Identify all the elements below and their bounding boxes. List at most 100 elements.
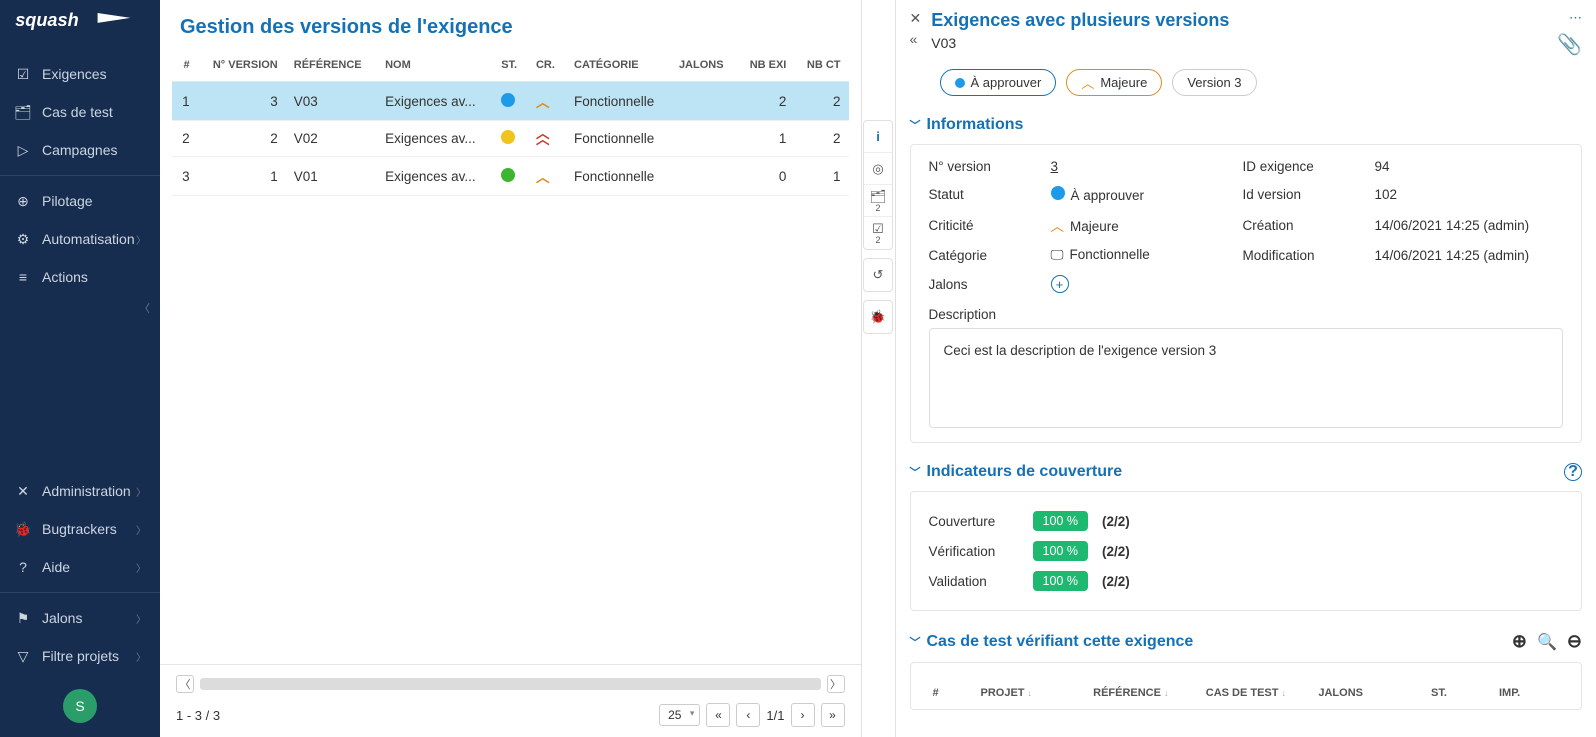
collapse-left-icon[interactable]: «: [910, 31, 922, 47]
main-panel: Gestion des versions de l'exigence # N° …: [160, 0, 862, 737]
close-icon[interactable]: ✕: [910, 10, 922, 27]
attachment-icon[interactable]: 📎: [1557, 32, 1582, 57]
add-test-button[interactable]: ⊕: [1512, 631, 1527, 652]
dashboard-icon: ⊕: [14, 192, 32, 210]
col-cr[interactable]: CR.: [528, 49, 566, 82]
status-chip[interactable]: À approuver: [940, 69, 1057, 96]
page-first-button[interactable]: «: [706, 703, 730, 727]
table-row[interactable]: 31V01Exigences av...︿Fonctionnelle01: [172, 157, 849, 196]
col-num[interactable]: #: [933, 687, 973, 699]
chevron-right-icon: 〉: [136, 484, 146, 499]
sidebar-item-label: Automatisation: [42, 231, 135, 247]
pagination-range: 1 - 3 / 3: [176, 708, 220, 723]
page-next-button[interactable]: ›: [791, 703, 815, 727]
target-tab-icon[interactable]: ◎: [864, 153, 892, 185]
col-cas[interactable]: CAS DE TEST↓: [1206, 687, 1311, 699]
value-idversion: 102: [1375, 187, 1564, 202]
scroll-right-icon[interactable]: 〉: [827, 675, 845, 693]
tree-tab-icon[interactable]: 🗂2: [864, 185, 892, 217]
value-modification: 14/06/2021 14:25 (admin): [1375, 248, 1564, 263]
sidebar-item-label: Administration: [42, 483, 131, 499]
sidebar-item-label: Campagnes: [42, 142, 118, 158]
detail-title: Exigences avec plusieurs versions: [931, 10, 1229, 31]
sidebar-item-label: Aide: [42, 559, 70, 575]
table-row[interactable]: 13V03Exigences av...︿Fonctionnelle22: [172, 82, 849, 121]
chevron-right-icon: 〉: [136, 560, 146, 575]
sidebar-item-aide[interactable]: ? Aide 〉: [0, 548, 160, 586]
col-categorie[interactable]: CATÉGORIE: [566, 49, 671, 82]
sidebar-nav: ☑Exigences🗂Cas de test▷Campagnes ⊕Pilota…: [0, 47, 160, 737]
section-coverage-header[interactable]: ﹀ Indicateurs de couverture ?: [896, 457, 1596, 483]
scroll-left-icon[interactable]: 〈: [176, 675, 194, 693]
table-row[interactable]: 22V02Exigences av...︿︿Fonctionnelle12: [172, 121, 849, 157]
chevron-up-icon: ︿: [1081, 73, 1094, 92]
coverage-row: Validation100 %(2/2): [929, 566, 1564, 596]
sidebar-item-actions[interactable]: ≡Actions: [0, 258, 160, 296]
wrench-icon: ✕: [14, 482, 32, 500]
section-tests-header[interactable]: ﹀ Cas de test vérifiant cette exigence ⊕…: [896, 625, 1596, 654]
sidebar-item-bugtrackers[interactable]: 🐞Bugtrackers〉: [0, 510, 160, 548]
coverage-badge: 100 %: [1033, 541, 1088, 561]
col-st[interactable]: ST.: [1431, 687, 1491, 699]
label-jalons: Jalons: [929, 277, 1039, 292]
sidebar-item-automatisation[interactable]: ⚙Automatisation〉: [0, 220, 160, 258]
value-categorie: 🖵Fonctionnelle: [1051, 247, 1231, 263]
sidebar-item-administration[interactable]: ✕ Administration 〉: [0, 472, 160, 510]
page-prev-button[interactable]: ‹: [736, 703, 760, 727]
section-informations-header[interactable]: ﹀ Informations: [896, 110, 1596, 136]
sidebar-item-pilotage[interactable]: ⊕Pilotage: [0, 182, 160, 220]
value-nversion[interactable]: 3: [1051, 159, 1231, 174]
col-nom[interactable]: NOM: [377, 49, 493, 82]
details-panel: ✕ « Exigences avec plusieurs versions V0…: [896, 0, 1596, 737]
bug-tab-icon[interactable]: 🐞: [864, 301, 892, 333]
page-size-select[interactable]: 25: [659, 704, 700, 726]
page-indicator: 1/1: [766, 708, 784, 723]
value-jalons: +: [1051, 275, 1231, 293]
help-icon[interactable]: ?: [1564, 463, 1582, 481]
search-icon[interactable]: 🔍: [1537, 632, 1557, 652]
col-jalons[interactable]: JALONS: [1318, 687, 1423, 699]
col-reference[interactable]: RÉFÉRENCE: [286, 49, 377, 82]
version-chip[interactable]: Version 3: [1172, 69, 1256, 96]
col-nversion[interactable]: N° VERSION: [198, 49, 286, 82]
coverage-row: Vérification100 %(2/2): [929, 536, 1564, 566]
label-creation: Création: [1243, 218, 1363, 233]
sidebar-item-label: Cas de test: [42, 104, 113, 120]
page-last-button[interactable]: »: [821, 703, 845, 727]
help-icon: ?: [14, 558, 32, 576]
col-nbexi[interactable]: NB EXI: [737, 49, 794, 82]
sidebar-item-cas-de-test[interactable]: 🗂Cas de test: [0, 93, 160, 131]
criticity-chip[interactable]: ︿ Majeure: [1066, 69, 1162, 96]
collapse-sidebar-icon[interactable]: 〈: [0, 296, 160, 320]
sidebar-item-label: Filtre projets: [42, 648, 119, 664]
bug-icon: 🐞: [14, 520, 32, 538]
col-reference[interactable]: RÉFÉRENCE↓: [1093, 687, 1198, 699]
sidebar-item-filtre-projets[interactable]: ▽Filtre projets〉: [0, 637, 160, 675]
value-creation: 14/06/2021 14:25 (admin): [1375, 218, 1564, 233]
user-avatar[interactable]: S: [63, 689, 97, 723]
description-box[interactable]: Ceci est la description de l'exigence ve…: [929, 328, 1564, 428]
history-tab-icon[interactable]: ↺: [864, 259, 892, 291]
check-tab-icon[interactable]: ☑2: [864, 217, 892, 249]
scroll-bar[interactable]: [200, 678, 821, 690]
info-tab-icon[interactable]: i: [864, 121, 892, 153]
col-num[interactable]: #: [172, 49, 198, 82]
sidebar-item-jalons[interactable]: ⚑Jalons〉: [0, 599, 160, 637]
chevron-up-icon: ︿: [1051, 219, 1065, 234]
col-st[interactable]: ST.: [493, 49, 528, 82]
value-criticite: ︿Majeure: [1051, 215, 1231, 235]
cog-icon: ⚙: [14, 230, 32, 248]
svg-text:squash: squash: [15, 10, 78, 30]
remove-test-button[interactable]: ⊖: [1567, 631, 1582, 652]
more-icon[interactable]: ⋯: [1569, 10, 1582, 26]
chevron-down-icon: ﹀: [910, 634, 921, 650]
chevron-down-icon: ﹀: [910, 464, 921, 480]
sidebar-item-campagnes[interactable]: ▷Campagnes: [0, 131, 160, 169]
col-nbct[interactable]: NB CT: [794, 49, 848, 82]
col-imp[interactable]: IMP.: [1499, 687, 1559, 699]
status-dot-icon: [501, 93, 515, 107]
col-jalons[interactable]: JALONS: [671, 49, 737, 82]
add-jalon-button[interactable]: +: [1051, 275, 1069, 293]
col-projet[interactable]: PROJET↓: [981, 687, 1086, 699]
sidebar-item-exigences[interactable]: ☑Exigences: [0, 55, 160, 93]
